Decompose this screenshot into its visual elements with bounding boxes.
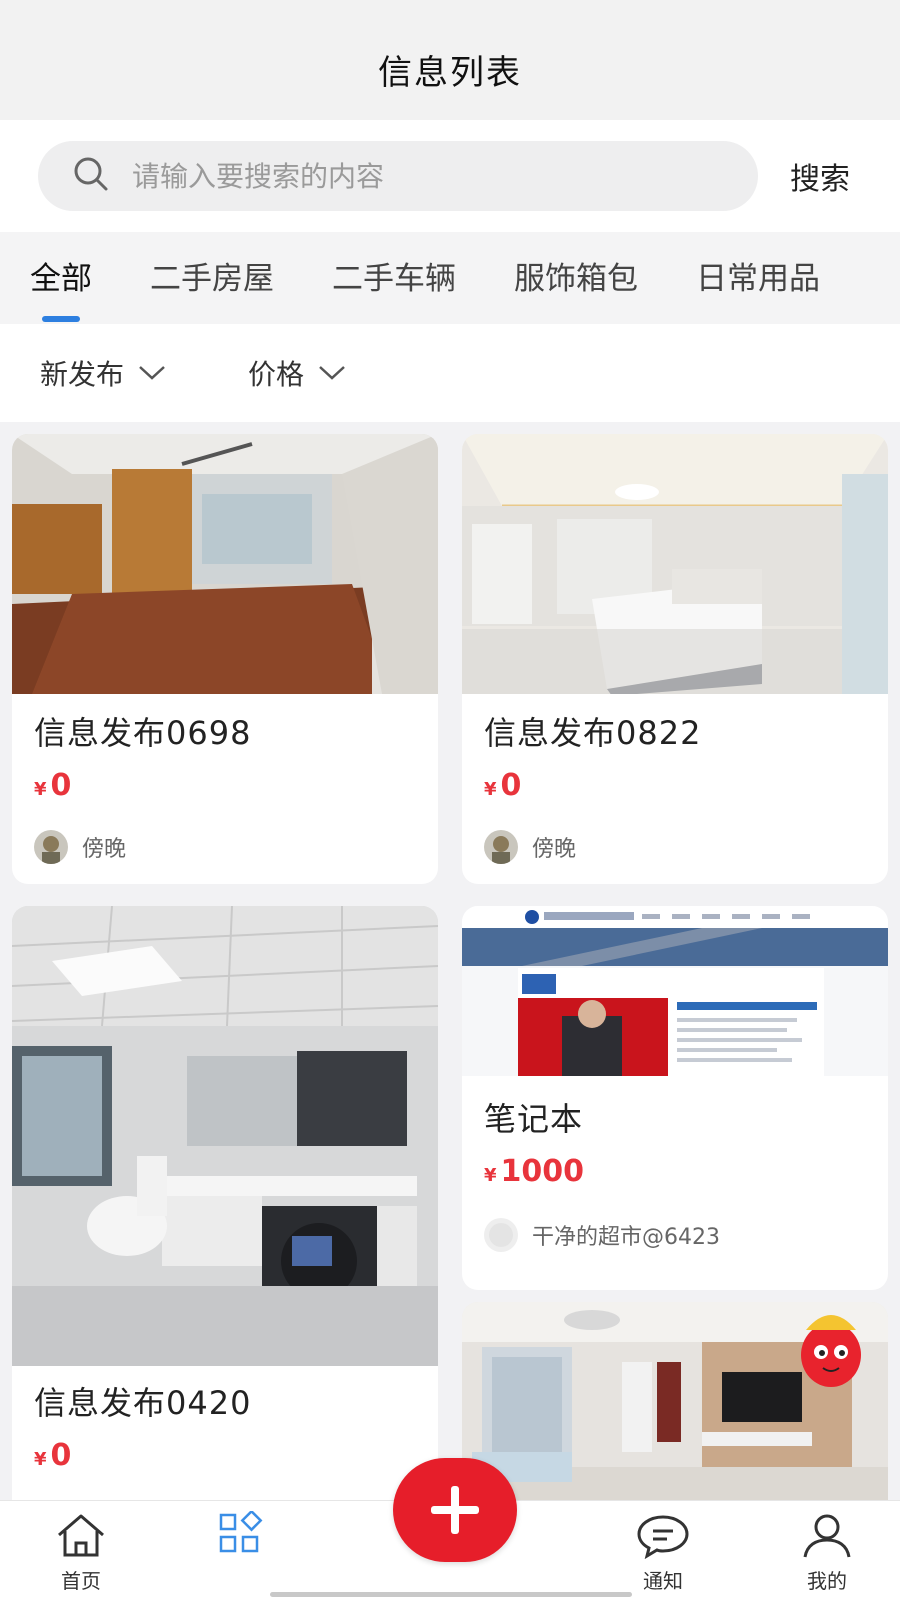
seller-name: 傍晚 xyxy=(532,837,577,862)
category-tabs: 全部 二手房屋 二手车辆 服饰箱包 日常用品 xyxy=(0,232,900,324)
chevron-down-icon xyxy=(139,366,165,380)
listing-photo-bedroom xyxy=(462,434,888,694)
nav-home[interactable]: 首页 xyxy=(36,1511,126,1594)
nav-mine[interactable]: 我的 xyxy=(782,1511,872,1594)
nav-mine-label: 我的 xyxy=(807,1569,847,1593)
price-value: 0 xyxy=(50,1438,72,1473)
plus-icon xyxy=(431,1486,479,1534)
category-icon xyxy=(219,1509,263,1553)
tab-used-houses[interactable]: 二手房屋 xyxy=(150,253,274,304)
tab-used-vehicles[interactable]: 二手车辆 xyxy=(332,253,456,304)
red-packet-sticker-icon[interactable] xyxy=(796,1300,866,1392)
filter-bar: 新发布 价格 xyxy=(0,324,900,422)
listing-price: ¥0 xyxy=(484,768,521,803)
nav-home-label: 首页 xyxy=(61,1569,101,1593)
avatar xyxy=(34,830,68,864)
listing-card[interactable]: 信息发布0420 ¥0 xyxy=(12,906,438,1500)
seller-info[interactable]: 傍晚 xyxy=(34,830,126,864)
avatar xyxy=(484,830,518,864)
price-value: 0 xyxy=(50,768,72,803)
filter-price[interactable]: 价格 xyxy=(248,353,346,393)
listing-photo-webpage-screenshot xyxy=(462,906,888,1076)
user-icon xyxy=(803,1514,851,1558)
search-bar: 搜索 xyxy=(0,120,900,232)
listing-price: ¥1000 xyxy=(484,1154,584,1189)
seller-info[interactable]: 干净的超市@6423 xyxy=(484,1218,720,1252)
search-input[interactable] xyxy=(132,159,692,193)
listing-title: 信息发布0822 xyxy=(484,714,702,752)
home-indicator xyxy=(270,1592,632,1597)
listing-photo-empty-room xyxy=(12,434,438,694)
search-button[interactable]: 搜索 xyxy=(790,154,850,198)
chevron-down-icon xyxy=(319,366,345,380)
nav-category[interactable] xyxy=(196,1509,286,1565)
listing-card[interactable]: 信息发布0698 ¥0 傍晚 xyxy=(12,434,438,884)
tab-daily-goods[interactable]: 日常用品 xyxy=(696,253,820,304)
price-value: 0 xyxy=(500,768,522,803)
tab-clothing-bags[interactable]: 服饰箱包 xyxy=(514,253,638,304)
currency-symbol: ¥ xyxy=(34,779,47,800)
currency-symbol: ¥ xyxy=(34,1449,47,1470)
seller-name: 傍晚 xyxy=(82,837,127,862)
home-icon xyxy=(58,1514,104,1557)
listing-price: ¥0 xyxy=(34,1438,71,1473)
top-bar: 信息列表 xyxy=(0,0,900,120)
listing-price: ¥0 xyxy=(34,768,71,803)
nav-notifications-label: 通知 xyxy=(643,1569,683,1593)
listing-title: 信息发布0420 xyxy=(34,1384,252,1422)
filter-newest-label: 新发布 xyxy=(40,358,125,391)
currency-symbol: ¥ xyxy=(484,779,497,800)
listing-card[interactable]: 信息发布0822 ¥0 傍晚 xyxy=(462,434,888,884)
page-title: 信息列表 xyxy=(378,53,522,93)
listing-card[interactable]: 笔记本 ¥1000 干净的超市@6423 xyxy=(462,906,888,1290)
listing-title: 信息发布0698 xyxy=(34,714,252,752)
filter-price-label: 价格 xyxy=(248,358,305,391)
filter-newest[interactable]: 新发布 xyxy=(40,353,166,393)
listing-photo-bathroom xyxy=(12,906,438,1366)
tab-all[interactable]: 全部 xyxy=(30,253,92,322)
price-value: 1000 xyxy=(500,1154,585,1189)
add-post-button[interactable] xyxy=(393,1458,517,1562)
listing-grid: 信息发布0698 ¥0 傍晚 信息发布0822 ¥0 傍晚 信息发布0420 ¥… xyxy=(0,422,900,1500)
search-box[interactable] xyxy=(38,141,758,211)
seller-info[interactable]: 傍晚 xyxy=(484,830,576,864)
search-icon xyxy=(72,155,110,197)
listing-title: 笔记本 xyxy=(484,1100,584,1138)
nav-notifications[interactable]: 通知 xyxy=(618,1511,708,1594)
seller-name: 干净的超市@6423 xyxy=(532,1225,720,1250)
avatar xyxy=(484,1218,518,1252)
chat-bubble-icon xyxy=(637,1515,689,1560)
currency-symbol: ¥ xyxy=(484,1165,497,1186)
